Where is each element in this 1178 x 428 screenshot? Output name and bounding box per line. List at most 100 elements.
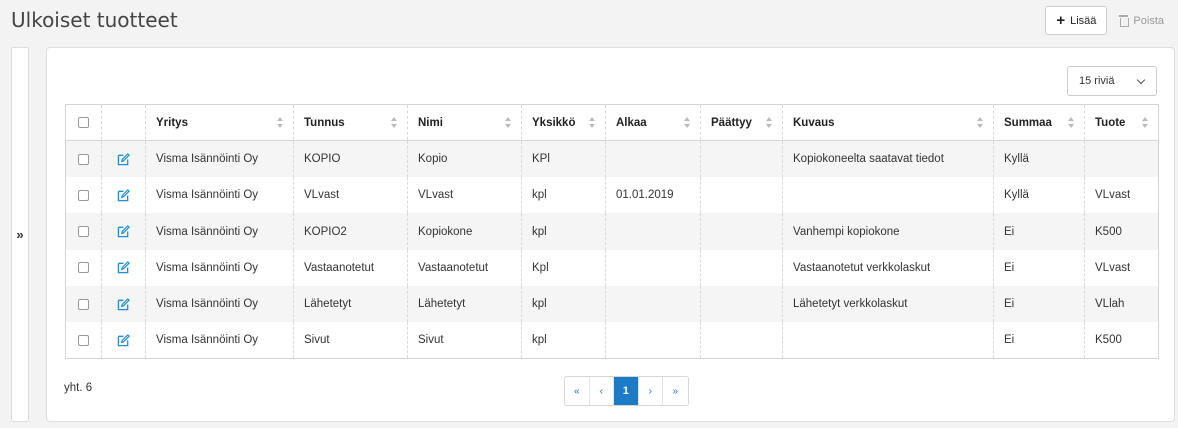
products-table: Yritys Tunnus Nimi Yksikkö Alkaa Päättyy Kuvau… [65,104,1159,360]
cell-code: KOPIO2 [293,213,408,250]
edit-icon[interactable] [117,333,130,347]
row-checkbox[interactable] [78,298,89,310]
sort-icon[interactable] [391,117,398,129]
row-checkbox[interactable] [78,334,89,346]
chevron-down-icon [1136,75,1146,85]
edit-icon[interactable] [117,297,130,311]
double-chevron-right-icon: » [16,227,24,242]
cell-description: Kopiokoneelta saatavat tiedot [782,140,994,178]
row-edit-cell [101,140,146,178]
row-select-cell [65,285,102,323]
select-all-cell [65,104,102,142]
add-button[interactable]: + Lisää [1045,6,1108,35]
row-checkbox[interactable] [78,226,89,238]
cell-end [700,285,783,323]
pagination: « ‹ 1 › » [564,376,689,406]
column-header-end[interactable]: Päättyy [700,104,783,142]
column-header-label: Alkaa [616,116,647,129]
table-row[interactable]: Visma Isännöinti Oy Sivut Sivut kpl Ei K500 [65,322,1159,359]
next-page-button[interactable]: › [638,377,663,405]
cell-unit: Kpl [521,249,606,286]
column-header-label: Kuvaus [793,116,835,129]
edit-icon[interactable] [117,153,130,166]
cell-name: Lähetetyt [407,285,522,323]
edit-icon[interactable] [117,225,130,238]
table-row[interactable]: Visma Isännöinti Oy KOPIO2 Kopiokone kpl Van… [65,213,1159,250]
rows-per-page-value: 15 riviä [1079,75,1115,87]
cell-end [700,213,783,250]
column-header-sum[interactable]: Summaa [993,104,1085,142]
cell-sum: Ei [993,213,1085,250]
column-header-code[interactable]: Tunnus [293,104,408,142]
cell-company: Visma Isännöinti Oy [145,213,294,250]
sort-icon[interactable] [766,117,773,129]
sort-icon[interactable] [277,117,284,129]
column-header-name[interactable]: Nimi [407,104,522,142]
table-row[interactable]: Visma Isännöinti Oy Lähetetyt Lähetetyt kpl… [65,285,1159,323]
sort-icon[interactable] [977,117,984,129]
add-button-label: Lisää [1070,14,1097,27]
cell-end [700,177,783,214]
cell-sum: Kyllä [993,140,1085,178]
column-header-unit[interactable]: Yksikkö [521,104,606,142]
sort-icon[interactable] [1068,117,1075,129]
cell-description: Vastaanotetut verkkolaskut [782,249,994,286]
cell-code: Vastaanotetut [293,249,408,286]
cell-code: KOPIO [293,140,408,178]
last-page-button[interactable]: » [663,377,688,405]
total-count: yht. 6 [64,382,93,394]
edit-column-header [101,104,146,142]
row-checkbox[interactable] [78,262,89,274]
column-header-product[interactable]: Tuote [1084,104,1159,142]
cell-end [700,249,783,286]
cell-name: VLvast [407,177,522,214]
cell-company: Visma Isännöinti Oy [145,177,294,214]
trash-icon [1119,15,1130,27]
top-actions: + Lisää Poista [1045,6,1172,35]
cell-company: Visma Isännöinti Oy [145,140,294,178]
cell-product: K500 [1084,213,1159,250]
edit-icon[interactable] [117,189,130,202]
cell-sum: Ei [993,249,1085,286]
cell-description [782,177,994,214]
cell-start [605,249,701,286]
content-panel: 15 riviä Yritys Tunnus Nimi Yksikkö Alkaa Pää… [46,47,1175,422]
sort-icon[interactable] [505,117,512,129]
column-header-company[interactable]: Yritys [145,104,294,142]
cell-code: VLvast [293,177,408,214]
row-select-cell [65,177,102,214]
prev-page-button[interactable]: ‹ [589,377,614,405]
cell-product: VLvast [1084,177,1159,214]
delete-button[interactable]: Poista [1111,6,1172,35]
table-row[interactable]: Visma Isännöinti Oy VLvast VLvast kpl 01.01.… [65,177,1159,214]
edit-icon[interactable] [117,261,130,274]
delete-button-label: Poista [1133,14,1164,27]
page-button-current[interactable]: 1 [614,377,639,405]
select-all-checkbox[interactable] [78,117,89,129]
sort-icon[interactable] [684,117,691,129]
table-row[interactable]: Visma Isännöinti Oy KOPIO Kopio KPl Kopiokon… [65,140,1159,178]
row-edit-cell [101,213,146,250]
sidebar-toggle-button[interactable]: » [11,47,29,422]
cell-description [782,322,994,359]
rows-per-page-select[interactable]: 15 riviä [1067,66,1157,96]
sort-icon[interactable] [1142,117,1149,129]
column-header-description[interactable]: Kuvaus [782,104,994,142]
cell-company: Visma Isännöinti Oy [145,249,294,286]
cell-product: VLvast [1084,249,1159,286]
row-edit-cell [101,285,146,323]
sort-icon[interactable] [589,117,596,129]
row-select-cell [65,140,102,178]
table-row[interactable]: Visma Isännöinti Oy Vastaanotetut Vastaano… [65,249,1159,286]
cell-unit: kpl [521,322,606,359]
first-page-button[interactable]: « [565,377,590,405]
row-checkbox[interactable] [78,189,89,201]
cell-unit: kpl [521,177,606,214]
column-header-start[interactable]: Alkaa [605,104,701,142]
cell-description: Lähetetyt verkkolaskut [782,285,994,323]
cell-sum: Kyllä [993,177,1085,214]
cell-start [605,285,701,323]
cell-product: K500 [1084,322,1159,359]
cell-company: Visma Isännöinti Oy [145,285,294,323]
row-checkbox[interactable] [78,153,89,165]
